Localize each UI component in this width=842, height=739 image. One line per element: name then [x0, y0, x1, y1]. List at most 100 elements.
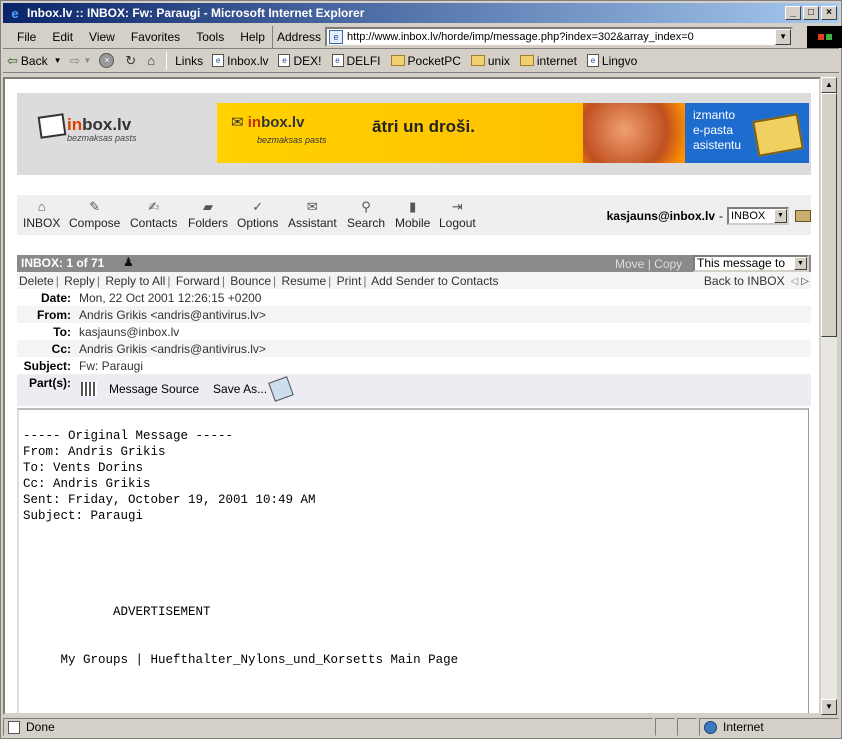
scroll-thumb[interactable]	[821, 93, 837, 337]
header-subject-value: Fw: Paraugi	[79, 359, 144, 373]
link-label: DELFI	[346, 53, 381, 68]
previous-message-icon[interactable]: ◁	[791, 276, 799, 287]
print-link[interactable]: Print	[337, 274, 362, 288]
back-to-inbox-link[interactable]: Back to INBOX	[704, 274, 785, 288]
resume-link[interactable]: Resume	[281, 274, 326, 288]
security-zone: Internet	[723, 720, 764, 734]
status-panel	[677, 718, 697, 736]
nav-label: Search	[347, 216, 386, 230]
nav-label: Logout	[439, 216, 476, 230]
nav-compose[interactable]: ✎ Compose	[69, 199, 120, 230]
link-pocketpc[interactable]: PocketPC	[386, 54, 466, 68]
menu-view[interactable]: View	[81, 30, 123, 44]
stop-button[interactable]: ×	[95, 53, 121, 68]
scroll-up-icon[interactable]: ▲	[821, 77, 837, 93]
contacts-icon: ✍	[148, 199, 160, 214]
main-nav: ⌂ INBOX ✎ Compose ✍ Contacts ▰ Folders ✓ Opti…	[17, 195, 811, 235]
link-delfi[interactable]: e DELFI	[327, 54, 386, 68]
home-button[interactable]: ⌂	[143, 53, 162, 68]
back-label: Back	[20, 53, 48, 68]
minimize-button[interactable]: _	[785, 6, 801, 20]
copy-link[interactable]: Copy	[654, 257, 682, 271]
move-copy-separator: |	[647, 257, 651, 271]
link-internet[interactable]: internet	[515, 54, 582, 68]
search-icon: ⚲	[361, 199, 371, 214]
menu-bar: File Edit View Favorites Tools Help Addr…	[3, 25, 842, 49]
ad-logo-rest: box.lv	[261, 114, 305, 131]
header-label: From:	[37, 308, 71, 322]
header-cc-row: Cc: Andris Grikis <andris@antivirus.lv>	[17, 340, 811, 357]
menu-file[interactable]: File	[9, 30, 44, 44]
windows-logo-icon	[807, 25, 842, 48]
reply-link[interactable]: Reply	[64, 274, 95, 288]
refresh-button[interactable]: ↻	[121, 53, 143, 69]
link-unix[interactable]: unix	[466, 54, 515, 68]
nav-inbox[interactable]: ⌂ INBOX	[23, 199, 60, 230]
move-link[interactable]: Move	[615, 257, 644, 271]
menu-favorites[interactable]: Favorites	[123, 30, 188, 44]
header-to-row: To: kasjauns@inbox.lv	[17, 323, 811, 340]
delete-link[interactable]: Delete	[19, 274, 54, 288]
logout-icon: ⇥	[451, 199, 463, 214]
advertisement-banner[interactable]: ✉ inbox.lv bezmaksas pasts ātri un droši…	[217, 103, 809, 163]
logo-brand-in: in	[67, 115, 83, 134]
menu-help[interactable]: Help	[232, 30, 273, 44]
link-label: Inbox.lv	[227, 53, 269, 68]
chevron-down-icon: ▼	[774, 209, 787, 223]
target-folder-select[interactable]: This message to ▼	[693, 255, 809, 272]
header-from-value[interactable]: Andris Grikis <andris@antivirus.lv>	[79, 308, 266, 322]
forward-link[interactable]: Forward	[176, 274, 220, 288]
link-label: DEX!	[293, 53, 322, 68]
menu-edit[interactable]: Edit	[44, 30, 81, 44]
nav-folders[interactable]: ▰ Folders	[188, 199, 228, 230]
ad-subtitle: bezmaksas pasts	[257, 135, 327, 145]
stop-icon: ×	[99, 53, 115, 68]
nav-contacts[interactable]: ✍ Contacts	[130, 199, 177, 230]
forward-button[interactable]: ⇨ ▼	[66, 53, 96, 69]
next-message-icon[interactable]: ▷	[801, 276, 809, 287]
bounce-link[interactable]: Bounce	[230, 274, 271, 288]
back-button[interactable]: ⇦ Back ▼	[3, 53, 66, 69]
mailbox-select[interactable]: INBOX ▼	[727, 207, 789, 225]
menu-tools[interactable]: Tools	[188, 30, 232, 44]
page-icon: e	[329, 29, 344, 44]
ie-logo-icon: e	[11, 5, 19, 21]
add-sender-link[interactable]: Add Sender to Contacts	[371, 274, 498, 288]
page-content: inbox.lv bezmaksas pasts ✉ inbox.lv bezm…	[3, 77, 821, 715]
compose-icon: ✎	[89, 199, 101, 214]
chevron-down-icon: ▼	[794, 257, 807, 270]
nav-assistant[interactable]: ✉ Assistant	[288, 199, 337, 230]
ad-slogan: ātri un droši.	[372, 117, 475, 136]
nav-options[interactable]: ✓ Options	[237, 199, 278, 230]
forward-dropdown-icon[interactable]: ▼	[83, 56, 91, 65]
message-headers: Date: Mon, 22 Oct 2001 12:26:15 +0200 Fr…	[17, 289, 811, 406]
vertical-scrollbar[interactable]: ▲ ▼	[821, 77, 837, 715]
nav-mobile[interactable]: ▮ Mobile	[395, 199, 430, 230]
back-dropdown-icon[interactable]: ▼	[54, 56, 62, 65]
link-lingvo[interactable]: e Lingvo	[582, 54, 642, 68]
title-bar: e Inbox.lv :: INBOX: Fw: Paraugi - Micro…	[3, 3, 839, 23]
save-as-link[interactable]: Save As...	[213, 382, 267, 396]
header-cc-value[interactable]: Andris Grikis <andris@antivirus.lv>	[79, 342, 266, 356]
header-subject-row: Subject: Fw: Paraugi	[17, 357, 811, 374]
inbox-logo[interactable]: inbox.lv bezmaksas pasts	[37, 113, 137, 143]
message-body: ----- Original Message ----- From: Andri…	[17, 408, 809, 713]
header-label: Subject:	[23, 359, 71, 373]
address-input[interactable]: e http://www.inbox.lv/horde/imp/message.…	[325, 26, 794, 47]
scroll-down-icon[interactable]: ▼	[821, 699, 837, 715]
ad-face-image	[583, 103, 687, 163]
maximize-button[interactable]: □	[803, 6, 819, 20]
save-icon[interactable]	[268, 376, 294, 402]
message-source-icon[interactable]	[81, 382, 97, 396]
nav-logout[interactable]: ⇥ Logout	[439, 199, 476, 230]
header-to-value[interactable]: kasjauns@inbox.lv	[79, 325, 179, 339]
link-dex[interactable]: e DEX!	[273, 54, 326, 68]
nav-search[interactable]: ⚲ Search	[347, 199, 385, 230]
link-inbox-lv[interactable]: e Inbox.lv	[207, 54, 273, 68]
close-button[interactable]: ×	[821, 6, 837, 20]
message-source-link[interactable]: Message Source	[109, 382, 199, 396]
reply-all-link[interactable]: Reply to All	[105, 274, 165, 288]
open-folder-icon[interactable]	[795, 210, 811, 222]
header-label: To:	[53, 325, 71, 339]
address-dropdown-icon[interactable]: ▼	[775, 28, 792, 45]
